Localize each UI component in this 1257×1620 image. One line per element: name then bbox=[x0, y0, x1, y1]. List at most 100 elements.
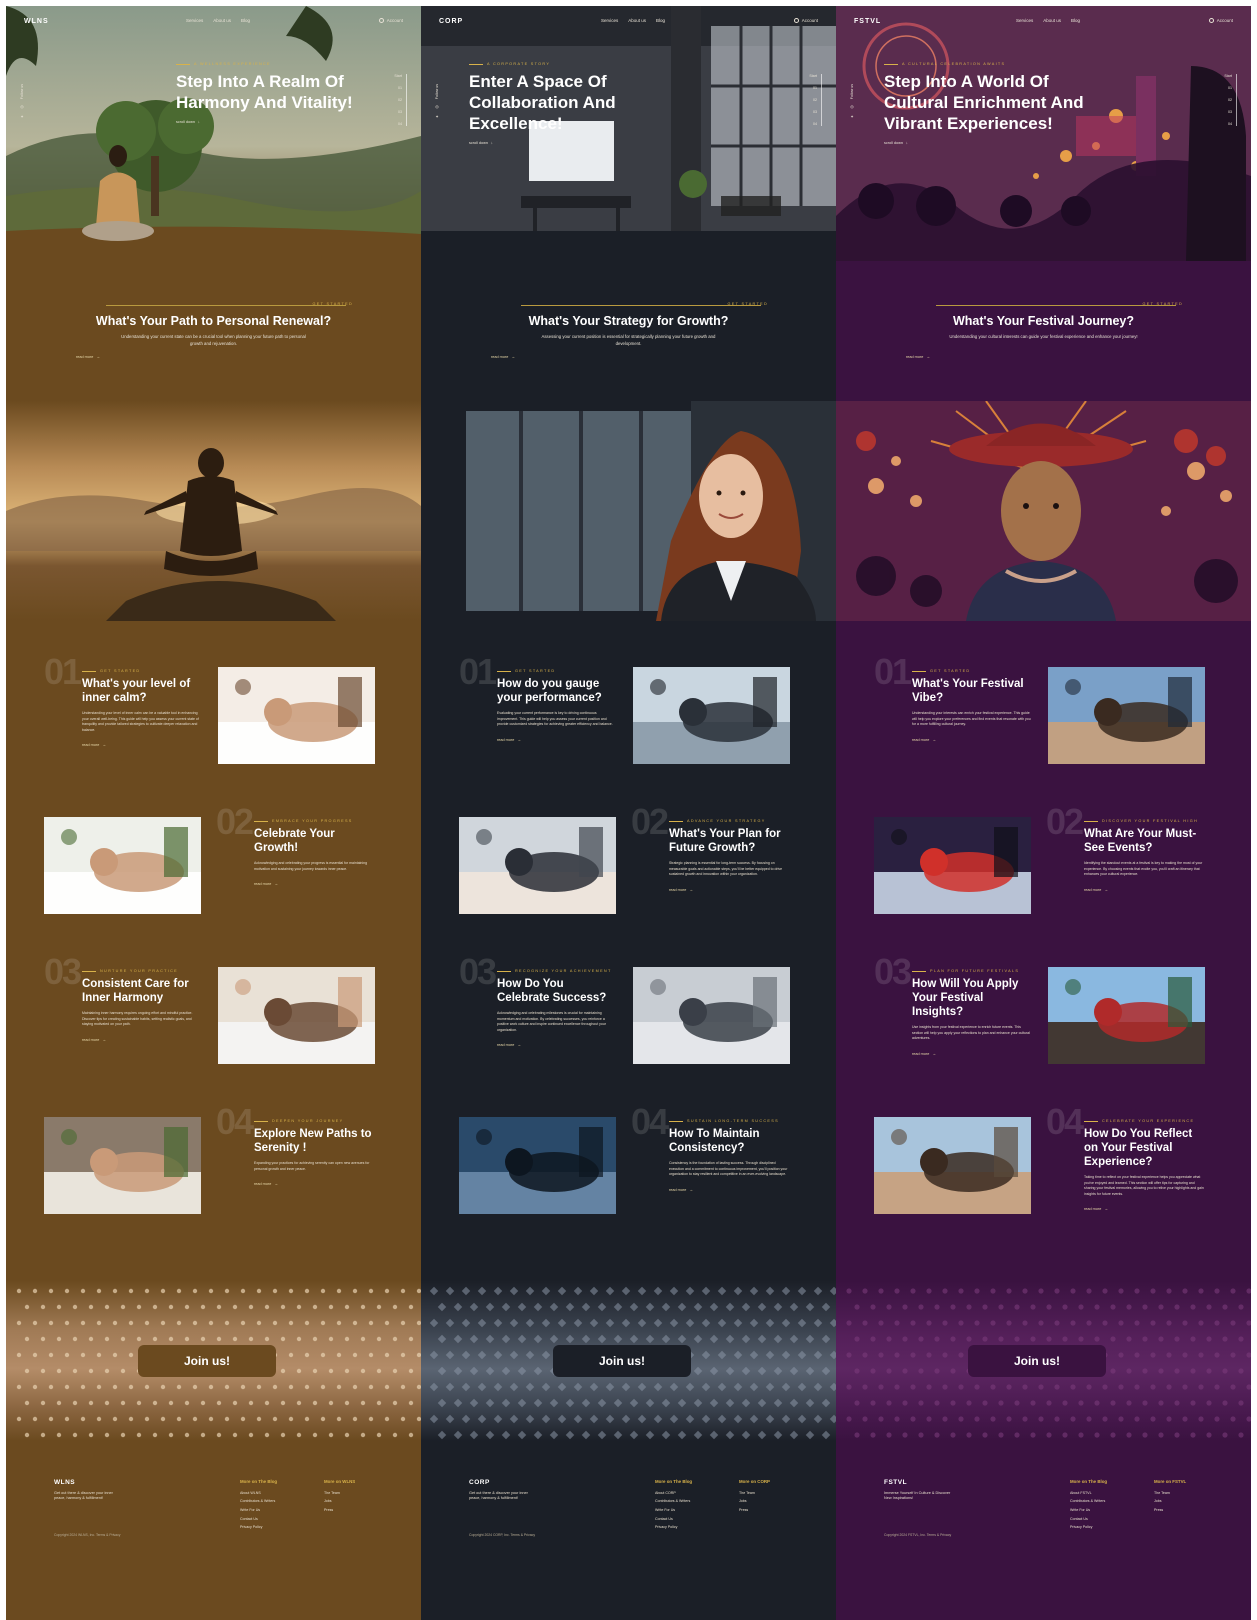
twitter-icon[interactable]: ✦ bbox=[850, 114, 853, 119]
footer-link-contributors[interactable]: Contributors & Writers bbox=[655, 1499, 692, 1503]
scroll-down-link[interactable]: scroll down ↓ bbox=[176, 120, 376, 124]
step-start[interactable]: Start bbox=[394, 74, 402, 78]
step-2[interactable]: 02 bbox=[398, 98, 402, 102]
join-button[interactable]: Join us! bbox=[968, 1345, 1106, 1377]
read-more-link[interactable]: read more → bbox=[254, 1182, 278, 1186]
footer-link-privacy[interactable]: Privacy Policy bbox=[1070, 1525, 1107, 1529]
read-more-link[interactable]: read more → bbox=[82, 1038, 106, 1042]
step-start[interactable]: Start bbox=[1224, 74, 1232, 78]
footer-logo[interactable]: CORP bbox=[469, 1479, 490, 1486]
read-more-link[interactable]: read more → bbox=[1084, 888, 1108, 892]
hero-eyebrow: A CULTURAL CELEBRATION AWAITS bbox=[884, 62, 1084, 66]
footer-link-press[interactable]: Press bbox=[1154, 1508, 1186, 1512]
read-more-link[interactable]: read more → bbox=[254, 882, 278, 886]
footer-link-contributors[interactable]: Contributors & Writers bbox=[1070, 1499, 1107, 1503]
twitter-icon[interactable]: ✦ bbox=[20, 114, 23, 119]
read-more-link[interactable]: read more → bbox=[497, 1043, 521, 1047]
step-1[interactable]: 01 bbox=[1228, 86, 1232, 90]
footer-link-privacy[interactable]: Privacy Policy bbox=[655, 1525, 692, 1529]
footer-link-contact[interactable]: Contact Us bbox=[240, 1517, 277, 1521]
step-2[interactable]: 02 bbox=[813, 98, 817, 102]
read-more-link[interactable]: read more → bbox=[669, 1188, 693, 1192]
step-3[interactable]: 03 bbox=[1228, 110, 1232, 114]
nav-link-services[interactable]: Services bbox=[186, 18, 203, 23]
brand-logo[interactable]: WLNS bbox=[24, 18, 49, 25]
twitter-icon[interactable]: ✦ bbox=[435, 114, 438, 119]
nav-link-blog[interactable]: Blog bbox=[1071, 18, 1080, 23]
join-button[interactable]: Join us! bbox=[553, 1345, 691, 1377]
feature-number: 04 bbox=[216, 1101, 254, 1142]
read-more-link[interactable]: read more → bbox=[491, 355, 515, 359]
join-button[interactable]: Join us! bbox=[138, 1345, 276, 1377]
feature-eyebrow: RECOGNIZE YOUR ACHIEVEMENT bbox=[497, 969, 617, 973]
footer-link-contact[interactable]: Contact Us bbox=[1070, 1517, 1107, 1521]
read-more-link[interactable]: read more → bbox=[912, 738, 936, 742]
read-more-link[interactable]: read more → bbox=[82, 743, 106, 747]
feature-text: DISCOVER YOUR FESTIVAL HIGH What Are You… bbox=[1084, 819, 1204, 896]
step-4[interactable]: 04 bbox=[398, 122, 402, 126]
footer-logo[interactable]: WLNS bbox=[54, 1479, 75, 1486]
feature-image bbox=[459, 817, 616, 914]
footer-link-contributors[interactable]: Contributors & Writers bbox=[240, 1499, 277, 1503]
footer-link-jobs[interactable]: Jobs bbox=[324, 1499, 355, 1503]
step-3[interactable]: 03 bbox=[398, 110, 402, 114]
footer-link-contact[interactable]: Contact Us bbox=[655, 1517, 692, 1521]
instagram-icon[interactable]: ◎ bbox=[20, 104, 24, 109]
footer-link-team[interactable]: The Team bbox=[739, 1491, 770, 1495]
account-link[interactable]: Account bbox=[1208, 18, 1233, 23]
arrow-right-icon: → bbox=[102, 743, 107, 748]
read-more-link[interactable]: read more → bbox=[76, 355, 100, 359]
section-subtitle: Understanding your current state can be … bbox=[121, 334, 306, 346]
footer-link-write[interactable]: Write For Us bbox=[655, 1508, 692, 1512]
brand-logo[interactable]: FSTVL bbox=[854, 18, 881, 25]
instagram-icon[interactable]: ◎ bbox=[435, 104, 439, 109]
footer-link-privacy[interactable]: Privacy Policy bbox=[240, 1525, 277, 1529]
step-1[interactable]: 01 bbox=[813, 86, 817, 90]
footer-link-about[interactable]: About CORP bbox=[655, 1491, 692, 1495]
feature-text: DEEPEN YOUR JOURNEY Explore New Paths to… bbox=[254, 1119, 374, 1190]
nav-link-services[interactable]: Services bbox=[1016, 18, 1033, 23]
footer-logo[interactable]: FSTVL bbox=[884, 1479, 907, 1486]
nav-link-blog[interactable]: Blog bbox=[241, 18, 250, 23]
feature-block-1: 01 GET STARTED What's Your Festival Vibe… bbox=[836, 651, 1251, 771]
feature-title: How Will You Apply Your Festival Insight… bbox=[912, 978, 1019, 1018]
footer-link-about[interactable]: About WLNS bbox=[240, 1491, 277, 1495]
feature-block-2: 02 DISCOVER YOUR FESTIVAL HIGH What Are … bbox=[836, 801, 1251, 921]
brand-logo[interactable]: CORP bbox=[439, 18, 463, 25]
read-more-link[interactable]: read more → bbox=[906, 355, 930, 359]
nav-link-about[interactable]: About us bbox=[1043, 18, 1061, 23]
footer-link-write[interactable]: Write For Us bbox=[1070, 1508, 1107, 1512]
feature-text: GET STARTED What's Your Festival Vibe? U… bbox=[912, 669, 1032, 746]
footer-link-team[interactable]: The Team bbox=[1154, 1491, 1186, 1495]
account-link[interactable]: Account bbox=[378, 18, 403, 23]
user-icon bbox=[793, 18, 799, 23]
footer-link-write[interactable]: Write For Us bbox=[240, 1508, 277, 1512]
step-3[interactable]: 03 bbox=[813, 110, 817, 114]
step-4[interactable]: 04 bbox=[813, 122, 817, 126]
footer-link-jobs[interactable]: Jobs bbox=[739, 1499, 770, 1503]
feature-eyebrow: ADVANCE YOUR STRATEGY bbox=[669, 819, 789, 823]
nav-link-about[interactable]: About us bbox=[213, 18, 231, 23]
instagram-icon[interactable]: ◎ bbox=[850, 104, 854, 109]
nav-link-about[interactable]: About us bbox=[628, 18, 646, 23]
footer-link-jobs[interactable]: Jobs bbox=[1154, 1499, 1186, 1503]
footer-link-about[interactable]: About FSTVL bbox=[1070, 1491, 1107, 1495]
read-more-link[interactable]: read more → bbox=[669, 888, 693, 892]
nav-link-blog[interactable]: Blog bbox=[656, 18, 665, 23]
footer-link-team[interactable]: The Team bbox=[324, 1491, 355, 1495]
footer-link-press[interactable]: Press bbox=[324, 1508, 355, 1512]
scroll-down-link[interactable]: scroll down ↓ bbox=[469, 141, 669, 145]
step-start[interactable]: Start bbox=[809, 74, 817, 78]
account-link[interactable]: Account bbox=[793, 18, 818, 23]
nav-link-services[interactable]: Services bbox=[601, 18, 618, 23]
footer-link-press[interactable]: Press bbox=[739, 1508, 770, 1512]
hero-copy: A CORPORATE STORY Enter A Space Of Colla… bbox=[469, 62, 669, 145]
scroll-down-link[interactable]: scroll down ↓ bbox=[884, 141, 1084, 145]
step-2[interactable]: 02 bbox=[1228, 98, 1232, 102]
footer-brand-links: More on CORP The Team Jobs Press bbox=[739, 1479, 770, 1512]
step-4[interactable]: 04 bbox=[1228, 122, 1232, 126]
read-more-link[interactable]: read more → bbox=[1084, 1207, 1108, 1211]
step-1[interactable]: 01 bbox=[398, 86, 402, 90]
read-more-link[interactable]: read more → bbox=[912, 1052, 936, 1056]
read-more-link[interactable]: read more → bbox=[497, 738, 521, 742]
